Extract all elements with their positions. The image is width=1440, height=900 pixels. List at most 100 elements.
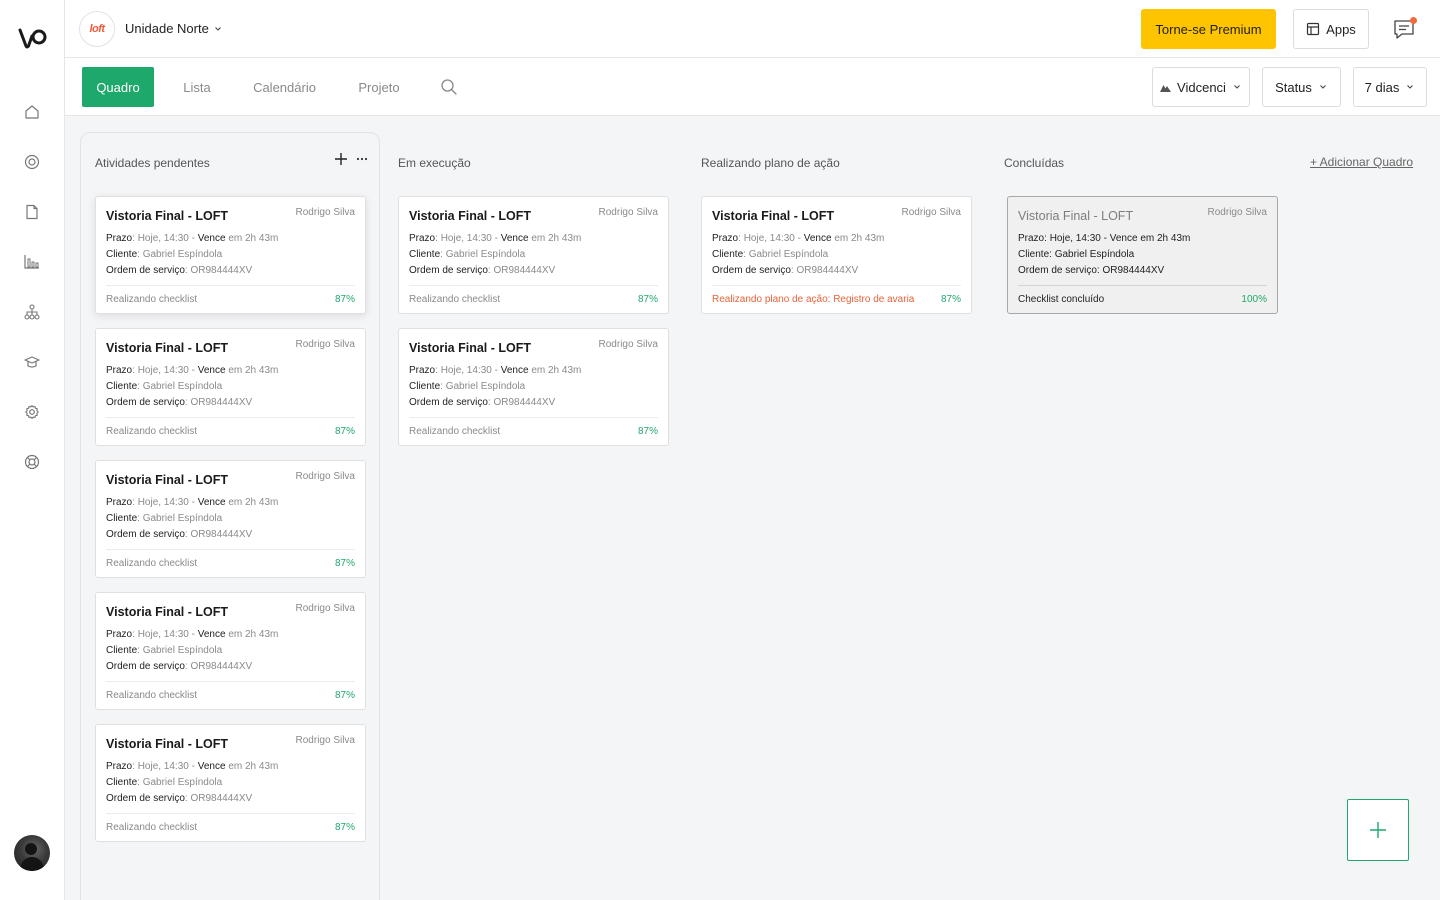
plus-icon <box>1370 822 1386 838</box>
task-card[interactable]: Vistoria Final - LOFT Rodrigo Silva Praz… <box>95 592 366 710</box>
card-deadline: Prazo: Hoje, 14:30 - Vence em 2h 43m <box>106 629 279 640</box>
apps-button[interactable]: Apps <box>1293 9 1369 49</box>
card-service-order: Ordem de serviço: OR984444XV <box>106 265 253 276</box>
card-progress: 87% <box>637 426 658 437</box>
task-card-done[interactable]: Vistoria Final - LOFT Rodrigo Silva Praz… <box>1007 196 1278 314</box>
card-owner: Rodrigo Silva <box>901 207 961 218</box>
card-title: Vistoria Final - LOFT <box>409 209 532 223</box>
card-deadline: Prazo: Hoje, 14:30 - Vence em 2h 43m <box>106 761 279 772</box>
period-filter[interactable]: 7 dias <box>1353 67 1427 107</box>
tab-calendario[interactable]: Calendário <box>242 67 327 107</box>
view-toolbar: Quadro Lista Calendário Projeto Vidcenci… <box>65 58 1440 116</box>
premium-button[interactable]: Torne-se Premium <box>1141 9 1276 49</box>
card-progress: 100% <box>1241 294 1267 305</box>
card-progress: 87% <box>334 558 355 569</box>
card-progress: 87% <box>637 294 658 305</box>
task-card[interactable]: Vistoria Final - LOFT Rodrigo Silva Praz… <box>95 328 366 446</box>
card-service-order: Ordem de serviço: OR984444XV <box>106 529 253 540</box>
card-status: Realizando checklist <box>106 558 198 569</box>
card-status: Realizando checklist <box>106 294 198 305</box>
card-status: Realizando checklist <box>106 426 198 437</box>
card-progress: 87% <box>334 426 355 437</box>
chevron-down-icon <box>1320 85 1326 89</box>
search-icon[interactable] <box>440 78 458 96</box>
column-title: Concluídas <box>1004 156 1065 170</box>
company-filter[interactable]: Vidcenci <box>1152 67 1250 107</box>
card-deadline: Prazo: Hoje, 14:30 - Vence em 2h 43m <box>1018 233 1191 244</box>
company-filter-label: Vidcenci <box>1177 79 1226 95</box>
task-card[interactable]: Vistoria Final - LOFT Rodrigo Silva Praz… <box>398 196 669 314</box>
card-divider <box>409 417 658 418</box>
card-divider <box>106 549 355 550</box>
card-owner: Rodrigo Silva <box>295 207 355 218</box>
more-horizontal-icon[interactable] <box>356 157 368 161</box>
card-title: Vistoria Final - LOFT <box>106 473 229 487</box>
task-card[interactable]: Vistoria Final - LOFT Rodrigo Silva Praz… <box>701 196 972 314</box>
plus-icon[interactable] <box>334 152 348 166</box>
home-icon[interactable] <box>22 102 42 122</box>
card-deadline: Prazo: Hoje, 14:30 - Vence em 2h 43m <box>106 233 279 244</box>
help-ring-icon[interactable] <box>22 452 42 472</box>
card-divider <box>106 813 355 814</box>
bar-chart-icon[interactable] <box>22 252 42 272</box>
card-title: Vistoria Final - LOFT <box>106 737 229 751</box>
card-status: Realizando plano de ação: Registro de av… <box>712 294 915 305</box>
add-task-button[interactable] <box>1347 799 1409 861</box>
card-client: Cliente: Gabriel Espíndola <box>1018 249 1135 260</box>
card-title: Vistoria Final - LOFT <box>106 209 229 223</box>
company-logo-icon <box>1160 84 1172 92</box>
tab-projeto[interactable]: Projeto <box>347 67 411 107</box>
card-client: Cliente: Gabriel Espíndola <box>106 381 223 392</box>
gear-icon[interactable] <box>22 402 42 422</box>
notification-dot <box>1410 17 1417 24</box>
card-client: Cliente: Gabriel Espíndola <box>106 645 223 656</box>
card-deadline: Prazo: Hoje, 14:30 - Vence em 2h 43m <box>712 233 885 244</box>
card-service-order: Ordem de serviço: OR984444XV <box>409 265 556 276</box>
card-title: Vistoria Final - LOFT <box>106 605 229 619</box>
card-title: Vistoria Final - LOFT <box>712 209 835 223</box>
app-logo-icon[interactable] <box>18 26 48 52</box>
task-card[interactable]: Vistoria Final - LOFT Rodrigo Silva Praz… <box>95 196 366 314</box>
card-title: Vistoria Final - LOFT <box>1018 209 1134 223</box>
task-card[interactable]: Vistoria Final - LOFT Rodrigo Silva Praz… <box>95 724 366 842</box>
card-client: Cliente: Gabriel Espíndola <box>106 513 223 524</box>
card-progress: 87% <box>940 294 961 305</box>
document-icon[interactable] <box>22 202 42 222</box>
card-divider <box>409 285 658 286</box>
graduation-cap-icon[interactable] <box>22 352 42 372</box>
card-owner: Rodrigo Silva <box>295 471 355 482</box>
card-title: Vistoria Final - LOFT <box>106 341 229 355</box>
card-progress: 87% <box>334 822 355 833</box>
unit-selector[interactable]: Unidade Norte <box>125 21 223 36</box>
card-service-order: Ordem de serviço: OR984444XV <box>712 265 859 276</box>
period-filter-label: 7 dias <box>1364 79 1400 95</box>
card-owner: Rodrigo Silva <box>295 603 355 614</box>
card-status: Realizando checklist <box>409 294 501 305</box>
chat-button[interactable] <box>1393 17 1417 41</box>
status-filter[interactable]: Status <box>1262 67 1341 107</box>
unit-name: Unidade Norte <box>125 21 209 36</box>
card-service-order: Ordem de serviço: OR984444XV <box>409 397 556 408</box>
task-card[interactable]: Vistoria Final - LOFT Rodrigo Silva Praz… <box>398 328 669 446</box>
unit-logo[interactable]: loft <box>79 11 115 47</box>
card-divider <box>106 681 355 682</box>
tab-lista[interactable]: Lista <box>167 67 227 107</box>
target-icon[interactable] <box>22 152 42 172</box>
card-client: Cliente: Gabriel Espíndola <box>409 381 526 392</box>
tab-quadro[interactable]: Quadro <box>82 67 154 107</box>
apps-label: Apps <box>1326 21 1356 37</box>
card-service-order: Ordem de serviço: OR984444XV <box>106 397 253 408</box>
top-header: loft Unidade Norte Torne-se Premium Apps <box>65 0 1440 58</box>
user-avatar[interactable] <box>14 835 50 871</box>
chevron-down-icon <box>214 26 221 31</box>
status-filter-label: Status <box>1275 79 1312 95</box>
add-board-link[interactable]: + Adicionar Quadro <box>1310 155 1413 169</box>
card-divider <box>106 417 355 418</box>
card-progress: 87% <box>334 294 355 305</box>
card-service-order: Ordem de serviço: OR984444XV <box>106 661 253 672</box>
card-status: Realizando checklist <box>106 822 198 833</box>
chevron-down-icon <box>1407 85 1414 89</box>
card-client: Cliente: Gabriel Espíndola <box>409 249 526 260</box>
task-card[interactable]: Vistoria Final - LOFT Rodrigo Silva Praz… <box>95 460 366 578</box>
org-chart-icon[interactable] <box>22 302 42 322</box>
